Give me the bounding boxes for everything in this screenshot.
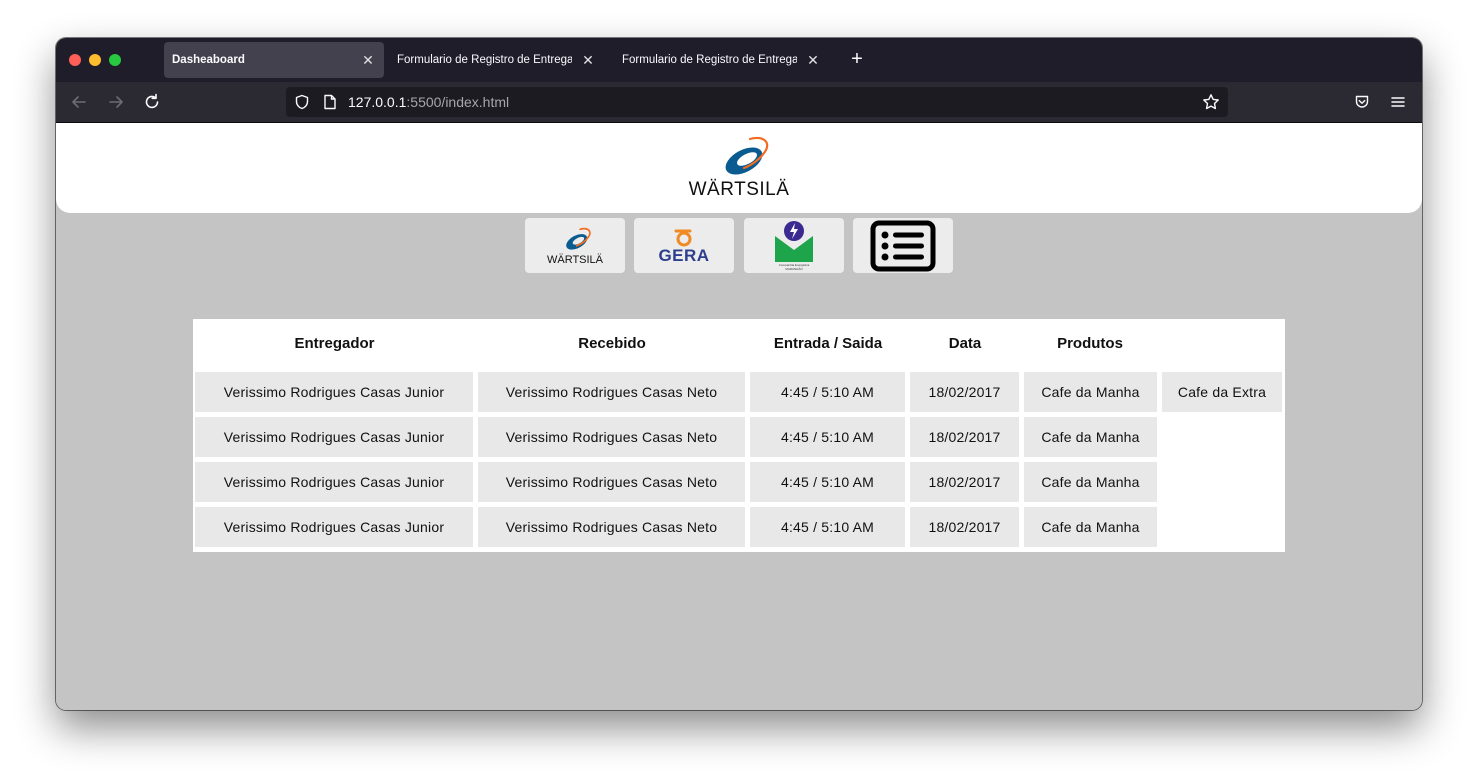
new-tab-button[interactable]: +: [846, 48, 868, 70]
page-header: WÄRTSILÄ: [56, 123, 1422, 213]
header-data: Data: [948, 334, 982, 352]
page-content: WÄRTSILÄ WÄRTSILÄ GERA Companhia Energét…: [56, 123, 1422, 710]
maranhao-button[interactable]: Companhia Energética MARANHÃO: [744, 218, 844, 273]
cell-recebido: Verissimo Rodrigues Casas Neto: [478, 372, 745, 412]
list-button[interactable]: [853, 218, 953, 273]
cell-entregador: Verissimo Rodrigues Casas Junior: [195, 462, 473, 502]
list-icon: [870, 220, 936, 271]
tab-dasheaboard[interactable]: Dasheaboard ✕: [164, 42, 384, 78]
header-produtos: Produtos: [1057, 334, 1123, 352]
tab-strip: Dasheaboard ✕ Formulario de Registro de …: [56, 38, 1422, 82]
arrow-left-icon: [72, 96, 86, 108]
gera-button[interactable]: GERA: [634, 218, 734, 273]
tab-formulario-1[interactable]: Formulario de Registro de Entrega ✕: [389, 42, 604, 78]
wartsila-logo: WÄRTSILÄ: [686, 135, 792, 201]
arrow-right-icon: [109, 96, 123, 108]
gera-mark-icon: [674, 229, 692, 246]
cell-entregador: Verissimo Rodrigues Casas Junior: [195, 507, 473, 547]
tab-label: Formulario de Registro de Entrega: [622, 54, 797, 66]
m-shape-icon: [775, 235, 813, 262]
cell-produto: Cafe da Extra: [1162, 372, 1282, 412]
url-path: :5500/index.html: [406, 94, 510, 110]
wartsila-logo-text: WÄRTSILÄ: [688, 179, 790, 200]
url-bar[interactable]: 127.0.0.1:5500/index.html: [286, 87, 1228, 117]
cell-horario: 4:45 / 5:10 AM: [750, 372, 905, 412]
url-host: 127.0.0.1: [348, 94, 407, 110]
gera-logo: GERA: [654, 226, 714, 266]
close-tab-icon[interactable]: ✕: [805, 52, 821, 69]
maranhao-button-label: Companhia Energética MARANHÃO: [778, 262, 810, 271]
header-recebido: Recebido: [578, 334, 646, 352]
url-text[interactable]: 127.0.0.1:5500/index.html: [348, 94, 509, 110]
forward-button[interactable]: [105, 91, 127, 113]
header-entregador: Entregador: [294, 334, 375, 352]
pocket-button[interactable]: [1351, 91, 1373, 113]
cell-produto: Cafe da Manha: [1024, 507, 1157, 547]
cell-produto: Cafe da Manha: [1024, 462, 1157, 502]
gera-button-label: GERA: [658, 245, 710, 265]
pocket-icon: [1355, 95, 1369, 108]
close-tab-icon[interactable]: ✕: [360, 52, 376, 69]
cell-produto: Cafe da Manha: [1024, 417, 1157, 457]
cell-data: 18/02/2017: [910, 462, 1019, 502]
minimize-window-button[interactable]: [89, 54, 101, 66]
header-entrada-saida: Entrada / Saida: [773, 334, 883, 352]
cell-entregador: Verissimo Rodrigues Casas Junior: [195, 417, 473, 457]
tab-label: Dasheaboard: [172, 54, 245, 66]
window-controls: [69, 54, 121, 66]
close-window-button[interactable]: [69, 54, 81, 66]
cell-data: 18/02/2017: [910, 417, 1019, 457]
navigation-toolbar: 127.0.0.1:5500/index.html: [56, 82, 1422, 123]
cell-data: 18/02/2017: [910, 507, 1019, 547]
wartsila-button-label: WÄRTSILÄ: [546, 253, 604, 266]
zoom-window-button[interactable]: [109, 54, 121, 66]
tab-formulario-2[interactable]: Formulario de Registro de Entrega ✕: [614, 42, 829, 78]
cell-horario: 4:45 / 5:10 AM: [750, 507, 905, 547]
reload-button[interactable]: [141, 91, 163, 113]
hamburger-menu-icon: [1391, 97, 1405, 107]
wartsila-small-logo: WÄRTSILÄ: [540, 226, 610, 266]
delivery-table: Entregador Recebido Entrada / Saida Data…: [193, 319, 1285, 552]
cell-recebido: Verissimo Rodrigues Casas Neto: [478, 507, 745, 547]
bookmark-star-icon[interactable]: [1202, 93, 1220, 111]
close-tab-icon[interactable]: ✕: [580, 52, 596, 69]
browser-window: Dasheaboard ✕ Formulario de Registro de …: [56, 38, 1422, 710]
cell-recebido: Verissimo Rodrigues Casas Neto: [478, 417, 745, 457]
wartsila-swoosh-icon: [725, 136, 769, 175]
menu-button[interactable]: [1387, 91, 1409, 113]
cell-entregador: Verissimo Rodrigues Casas Junior: [195, 372, 473, 412]
wartsila-swoosh-icon: [566, 227, 591, 250]
reload-icon: [145, 93, 159, 109]
cell-produto: Cafe da Manha: [1024, 372, 1157, 412]
cell-horario: 4:45 / 5:10 AM: [750, 462, 905, 502]
maranhao-logo: Companhia Energética MARANHÃO: [774, 220, 814, 272]
shield-icon[interactable]: [294, 94, 310, 110]
wartsila-button[interactable]: WÄRTSILÄ: [525, 218, 625, 273]
tab-label: Formulario de Registro de Entrega: [397, 54, 572, 66]
cell-recebido: Verissimo Rodrigues Casas Neto: [478, 462, 745, 502]
cell-data: 18/02/2017: [910, 372, 1019, 412]
back-button[interactable]: [68, 91, 90, 113]
page-icon: [324, 94, 336, 110]
cell-horario: 4:45 / 5:10 AM: [750, 417, 905, 457]
